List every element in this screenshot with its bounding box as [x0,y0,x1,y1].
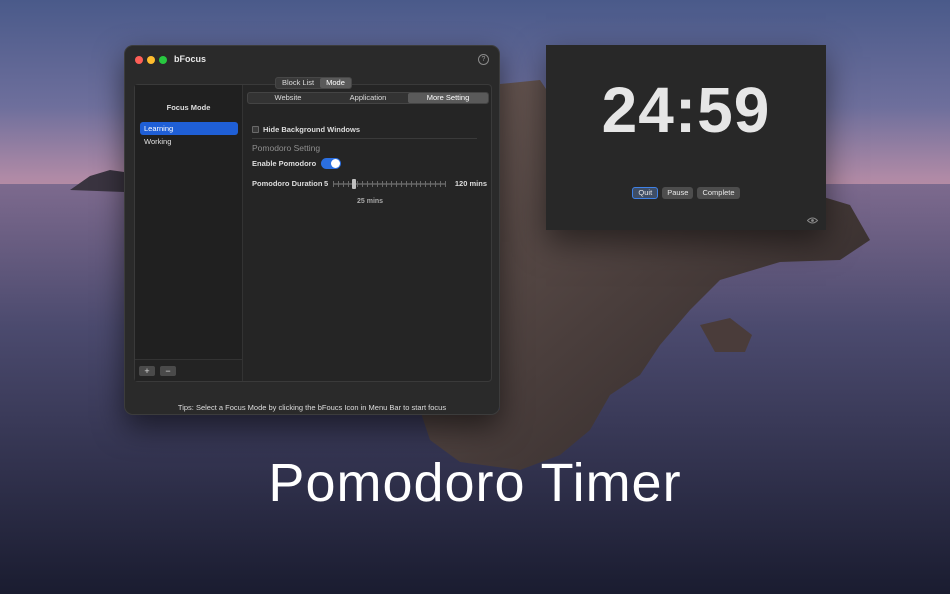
duration-label: Pomodoro Duration [252,179,323,188]
minimize-button[interactable] [147,56,155,64]
slider-tick [435,181,437,187]
toggle-knob [331,159,341,168]
enable-pomodoro-toggle[interactable] [321,158,342,169]
tab-application[interactable]: Application [328,93,408,103]
slider-tick [405,181,407,187]
slider-tick [420,181,422,187]
slider-tick [342,181,344,187]
slider-tick [410,181,412,187]
sidebar-footer: + − [135,359,242,381]
duration-max-label: 120 mins [454,179,487,188]
help-icon[interactable]: ? [478,54,489,65]
slider-tick [415,181,417,187]
slider-tick [357,181,359,187]
complete-button[interactable]: Complete [697,187,740,199]
slider-tick [430,181,432,187]
quit-button[interactable]: Quit [632,187,659,199]
slider-tick [396,181,398,187]
tab-more-setting[interactable]: More Setting [408,93,488,103]
slider-tick [444,181,446,187]
slider-tick [381,181,383,187]
slider-tick [333,181,334,187]
slider-tick [337,181,339,187]
sub-tab-control: Website Application More Setting [247,92,489,104]
pomodoro-duration-row: Pomodoro Duration 5 120 mins [252,177,487,191]
slider-tick [425,181,427,187]
top-tab-control: Block List Mode [275,77,352,89]
tab-website[interactable]: Website [248,93,328,103]
slider-thumb[interactable] [351,179,356,189]
pomodoro-timer-window: 24:59 Quit Pause Complete [546,45,826,230]
focus-mode-sidebar: Focus Mode Learning Working + − [135,85,243,381]
mode-panel: Focus Mode Learning Working + − Website … [134,84,492,382]
close-button[interactable] [135,56,143,64]
sidebar-item-learning[interactable]: Learning [140,122,238,135]
zoom-button[interactable] [159,56,167,64]
tab-block-list[interactable]: Block List [276,78,320,88]
eye-icon[interactable] [807,217,818,224]
window-title: bFocus [174,54,207,64]
bfocus-window: bFocus ? Block List Mode Focus Mode Lear… [124,45,500,415]
mode-settings: Website Application More Setting Hide Ba… [243,85,491,381]
sidebar-item-working[interactable]: Working [140,135,238,148]
pomodoro-section-title: Pomodoro Setting [252,143,321,153]
slider-tick [391,181,393,187]
pause-button[interactable]: Pause [662,187,694,199]
add-mode-button[interactable]: + [139,366,155,376]
enable-pomodoro-label: Enable Pomodoro [252,159,317,168]
duration-value: 25 mins [357,198,384,205]
hide-background-row: Hide Background Windows [252,125,360,134]
marketing-caption: Pomodoro Timer [268,453,682,513]
slider-tick [386,181,388,187]
sidebar-title: Focus Mode [166,103,211,112]
slider-ticks [333,181,446,187]
tips-text: Tips: Select a Focus Mode by clicking th… [177,403,447,412]
section-divider [252,138,477,139]
duration-min-label: 5 [324,179,329,188]
remove-mode-button[interactable]: − [160,366,176,376]
slider-tick [347,181,349,187]
timer-controls: Quit Pause Complete [546,187,826,199]
enable-pomodoro-row: Enable Pomodoro [252,158,342,169]
tab-mode[interactable]: Mode [320,78,351,88]
slider-tick [439,181,441,187]
slider-tick [367,181,369,187]
slider-tick [371,181,373,187]
slider-tick [401,181,403,187]
hide-background-label: Hide Background Windows [263,125,361,134]
timer-display: 24:59 [601,74,771,146]
title-bar: bFocus ? [125,46,499,72]
slider-tick [376,181,378,187]
hide-background-checkbox[interactable] [252,126,259,133]
slider-tick [362,181,364,187]
duration-slider[interactable] [333,177,446,191]
